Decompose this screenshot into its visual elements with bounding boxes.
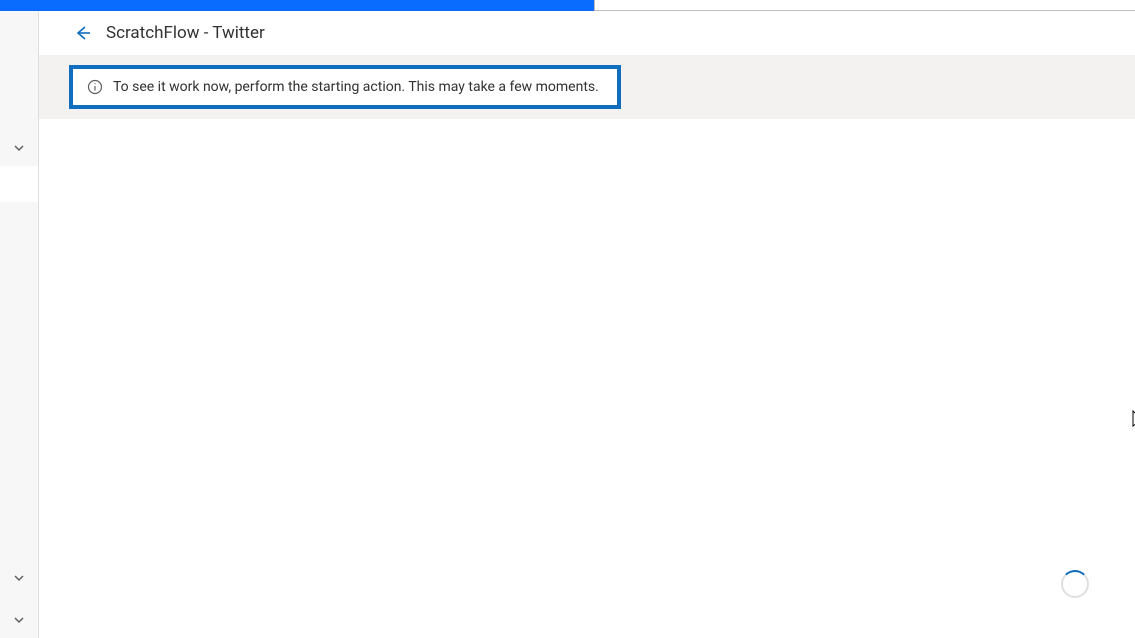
info-banner: To see it work now, perform the starting… <box>69 65 621 109</box>
info-message: To see it work now, perform the starting… <box>113 79 599 95</box>
chevron-down-icon <box>13 142 25 154</box>
page-header: ScratchFlow - Twitter <box>39 11 1135 55</box>
top-app-bar <box>0 0 1135 11</box>
arrow-left-icon <box>73 23 93 43</box>
rail-item-2[interactable] <box>0 560 38 596</box>
rail-item-1[interactable] <box>0 130 38 166</box>
main-content: ScratchFlow - Twitter To see it work now… <box>39 11 1135 638</box>
chevron-down-icon <box>13 572 25 584</box>
loading-spinner <box>1061 570 1089 598</box>
info-banner-container: To see it work now, perform the starting… <box>39 55 1135 119</box>
chevron-down-icon <box>13 614 25 626</box>
rail-item-active[interactable] <box>0 166 38 202</box>
left-nav-rail <box>0 11 39 638</box>
top-bar-search-region[interactable] <box>594 0 1135 11</box>
rail-item-3[interactable] <box>0 602 38 638</box>
page-title: ScratchFlow - Twitter <box>106 23 265 43</box>
back-button[interactable] <box>73 23 93 43</box>
info-icon <box>87 79 103 95</box>
